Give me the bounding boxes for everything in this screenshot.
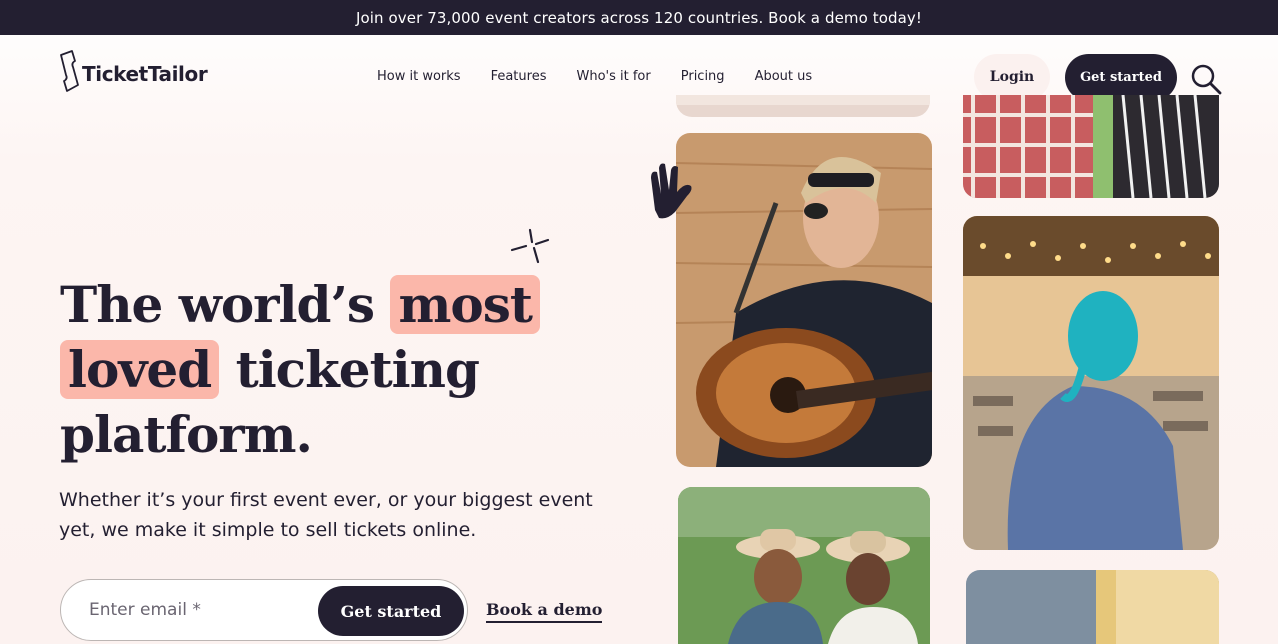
nav-how-it-works[interactable]: How it works [377, 69, 461, 84]
nav-about-us[interactable]: About us [755, 69, 813, 84]
photo-top-partial-left [676, 95, 930, 117]
nav-whos-it-for[interactable]: Who's it for [576, 69, 650, 84]
hand-gesture-icon [645, 160, 697, 226]
main-nav: How it works Features Who's it for Prici… [377, 69, 842, 84]
photo-people-shirts [963, 95, 1219, 198]
hero-subtitle: Whether it’s your first event ever, or y… [59, 489, 593, 541]
email-signup-form: Get started [60, 579, 468, 641]
hero-title: The world’s most loved ticketing platfor… [60, 272, 620, 467]
hero-title-highlight-loved: loved [60, 340, 220, 399]
promo-banner-text: Join over 73,000 event creators across 1… [355, 8, 923, 27]
sparkle-icon [508, 226, 552, 270]
photo-blue-hair-audience [963, 216, 1219, 550]
nav-features[interactable]: Features [491, 69, 547, 84]
logo[interactable]: TicketTailor [58, 49, 208, 99]
hero-title-part1: The world’s [60, 275, 375, 334]
nav-pricing[interactable]: Pricing [681, 69, 725, 84]
photo-bottom-right [966, 570, 1219, 644]
photo-women-hats [678, 487, 930, 644]
ticket-logo-icon [58, 49, 80, 99]
login-button[interactable]: Login [974, 54, 1050, 100]
hero-get-started-button[interactable]: Get started [318, 586, 464, 636]
logo-text: TicketTailor [82, 62, 208, 86]
hero-title-part2: ticketing [235, 340, 480, 399]
promo-banner[interactable]: Join over 73,000 event creators across 1… [0, 0, 1278, 35]
hero-title-part3: platform. [60, 405, 313, 464]
hero-title-highlight-most: most [390, 275, 540, 334]
book-demo-link[interactable]: Book a demo [486, 600, 603, 623]
email-input[interactable] [89, 580, 309, 640]
search-icon[interactable] [1190, 63, 1222, 95]
header-get-started-button[interactable]: Get started [1065, 54, 1177, 101]
photo-singer-guitar [676, 133, 932, 467]
